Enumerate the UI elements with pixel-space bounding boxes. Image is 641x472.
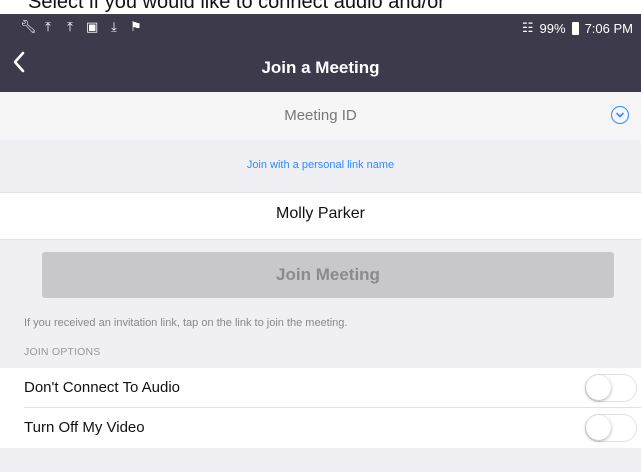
toggle-knob — [586, 375, 611, 400]
battery-icon — [571, 21, 579, 35]
chevron-down-circle-icon[interactable] — [611, 106, 629, 124]
notification-icons: 🔧︎ ⤒ ⤒ ▣ ⤓ ⚑ — [20, 20, 142, 34]
option-label-audio: Don't Connect To Audio — [24, 379, 181, 396]
caption-strip: Select if you would like to connect audi… — [0, 0, 641, 14]
personal-link-button[interactable]: Join with a personal link name — [0, 159, 641, 171]
option-row-audio: Don't Connect To Audio — [0, 368, 641, 408]
caption-text: Select if you would like to connect audi… — [28, 0, 445, 13]
status-right: ☷ 99% 7:06 PM — [522, 20, 633, 36]
nav-bar: Join a Meeting — [0, 42, 641, 92]
personal-link-row: Join with a personal link name — [0, 140, 641, 192]
clock: 7:06 PM — [584, 20, 633, 36]
upload-icon: ⤒ — [45, 19, 51, 34]
upload-icon: ⤒ — [67, 19, 73, 34]
image-icon: ▣ — [86, 19, 99, 34]
audio-toggle[interactable] — [585, 374, 637, 402]
option-label-video: Turn Off My Video — [24, 419, 145, 436]
download-icon: ⤓ — [111, 19, 117, 34]
wifi-icon: ☷ — [521, 20, 534, 35]
join-meeting-button[interactable]: Join Meeting — [42, 252, 614, 298]
name-field-value: Molly Parker — [276, 205, 365, 222]
battery-percent: 99% — [539, 20, 566, 36]
option-row-video: Turn Off My Video — [0, 408, 641, 448]
bottom-strip — [0, 466, 641, 472]
wrench-icon: 🔧︎ — [20, 19, 37, 34]
invitation-hint: If you received an invitation link, tap … — [24, 317, 348, 329]
meeting-id-placeholder: Meeting ID — [284, 107, 357, 124]
name-field[interactable]: Molly Parker — [0, 192, 641, 240]
flag-icon: ⚑ — [130, 19, 142, 34]
video-toggle[interactable] — [585, 414, 637, 442]
status-bar: 🔧︎ ⤒ ⤒ ▣ ⤓ ⚑ ☷ 99% 7:06 PM — [0, 14, 641, 42]
meeting-id-field[interactable]: Meeting ID — [0, 92, 641, 141]
toggle-knob — [586, 415, 611, 440]
join-options-header: JOIN OPTIONS — [24, 346, 101, 358]
page-title: Join a Meeting — [261, 58, 380, 77]
